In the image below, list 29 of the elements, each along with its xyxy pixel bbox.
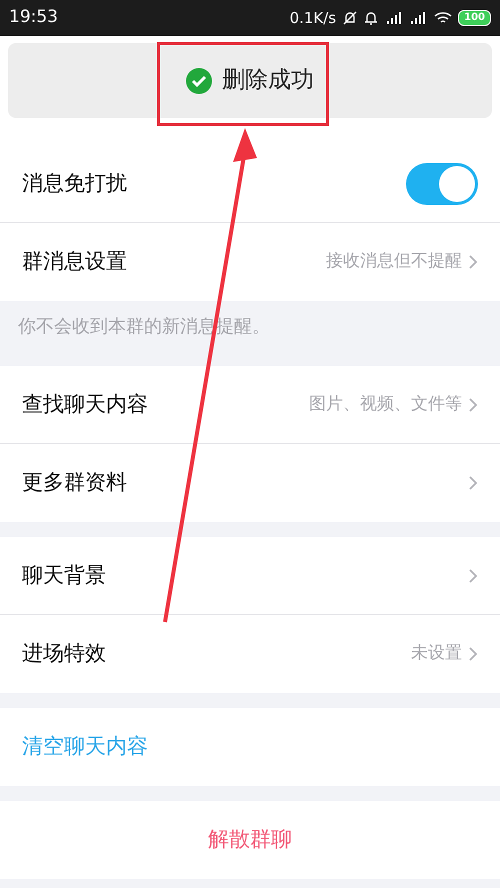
- row-label: 查找聊天内容: [22, 390, 148, 418]
- row-value: 未设置: [411, 642, 462, 666]
- settings-row[interactable]: 消息免打扰: [0, 145, 500, 223]
- toggle-switch[interactable]: [406, 162, 478, 204]
- network-speed: 0.1K/s: [290, 8, 336, 29]
- wifi-icon: [434, 11, 452, 25]
- chevron-right-icon: [468, 568, 478, 584]
- row-label: 聊天背景: [22, 562, 106, 589]
- chevron-right-icon: [468, 475, 478, 491]
- chevron-right-icon: [468, 254, 478, 270]
- bell-muted-icon: [342, 10, 358, 26]
- row-label: 更多群资料: [22, 469, 127, 496]
- chevron-right-icon: [468, 396, 478, 412]
- chevron-right-icon: [468, 646, 478, 662]
- settings-row[interactable]: 群消息设置 接收消息但不提醒: [0, 223, 500, 301]
- check-circle-icon: [186, 68, 212, 94]
- toast-text: 删除成功: [222, 66, 314, 96]
- row-label: 消息免打扰: [22, 170, 127, 197]
- settings-row[interactable]: 聊天背景: [0, 537, 500, 615]
- status-time: 19:53: [9, 6, 58, 30]
- settings-row[interactable]: 查找聊天内容 图片、视频、文件等: [0, 366, 500, 444]
- settings-row[interactable]: 更多群资料: [0, 444, 500, 522]
- row-value: 图片、视频、文件等: [309, 392, 462, 416]
- row-value: 接收消息但不提醒: [326, 250, 462, 274]
- row-label: 进场特效: [22, 640, 106, 668]
- battery-indicator: 100: [458, 10, 491, 26]
- bell-icon: [364, 10, 378, 26]
- row-label: 群消息设置: [22, 248, 127, 276]
- settings-row[interactable]: 进场特效 未设置: [0, 615, 500, 693]
